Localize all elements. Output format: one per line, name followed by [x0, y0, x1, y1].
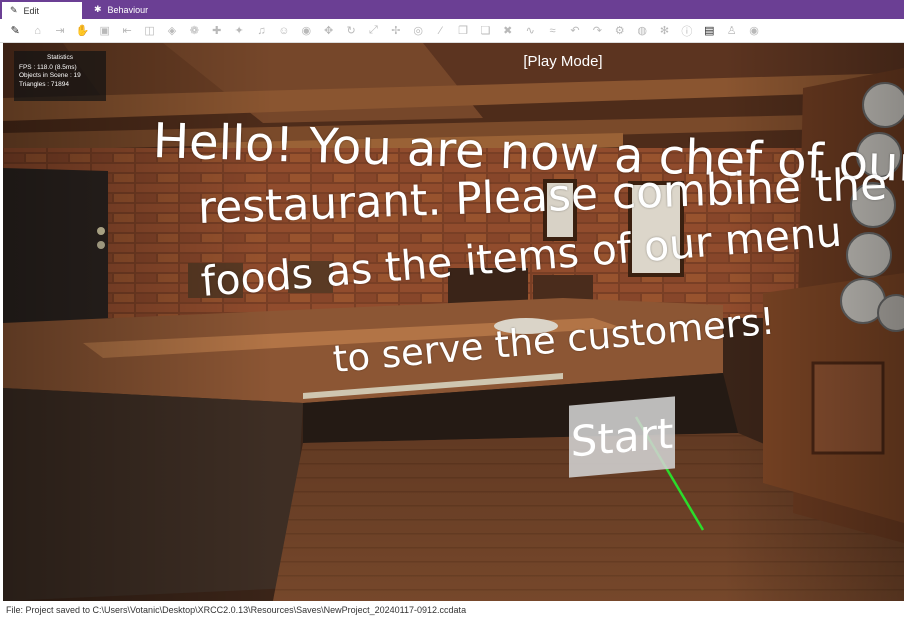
eye-icon[interactable]: ◉: [295, 20, 317, 42]
cube-import-icon[interactable]: ◫: [138, 20, 160, 42]
tab-behaviour-label: Behaviour: [107, 4, 149, 15]
toolbar: ✎ ⌂ ⇥ ✋ ▣ ⇤ ◫ ◈ ❁ ✚ ✦ ♫ ☺ ◉ ✥ ↻ ⤢ ✢ ◎ ⁄ …: [0, 19, 904, 43]
tab-bar: ✎ Edit ✱ Behaviour: [0, 0, 904, 19]
status-bar: File: Project saved to C:\Users\Votanic\…: [0, 601, 904, 618]
start-button[interactable]: Start: [569, 396, 675, 478]
tab-edit[interactable]: ✎ Edit: [2, 0, 82, 19]
prefab-icon[interactable]: ◍: [631, 20, 653, 42]
gear-icon[interactable]: ✻: [653, 20, 675, 42]
export-icon[interactable]: ⇥: [49, 20, 71, 42]
brain-icon[interactable]: ❁: [183, 20, 205, 42]
wave-icon[interactable]: ∿: [519, 20, 541, 42]
triangles-readout: Triangles : 71894: [19, 80, 69, 88]
fps-readout: FPS : 118.0 (8.5ms): [19, 63, 77, 71]
scale-icon[interactable]: ⤢: [362, 20, 384, 42]
settings-nodes-icon[interactable]: ⚙: [609, 20, 631, 42]
target-icon[interactable]: ◉: [743, 20, 765, 42]
status-text: File: Project saved to C:\Users\Votanic\…: [6, 604, 467, 615]
person-outline-icon[interactable]: ♙: [721, 20, 743, 42]
wave-alt-icon[interactable]: ≈: [541, 20, 563, 42]
save-icon[interactable]: ▣: [94, 20, 116, 42]
gear-icon: ✱: [94, 4, 102, 14]
link-icon[interactable]: ⁄: [429, 20, 451, 42]
sound-icon[interactable]: ♫: [250, 20, 272, 42]
rotate-icon[interactable]: ↻: [340, 20, 362, 42]
pivot-icon[interactable]: ✢: [385, 20, 407, 42]
info-icon[interactable]: ⓘ: [676, 20, 698, 42]
statistics-panel: Statistics FPS : 118.0 (8.5ms) Objects i…: [14, 51, 106, 101]
start-button-label: Start: [570, 408, 674, 466]
home-icon[interactable]: ⌂: [26, 20, 48, 42]
edit-icon[interactable]: ✎: [4, 20, 26, 42]
hand-link-icon[interactable]: ✦: [228, 20, 250, 42]
import-icon[interactable]: ⇤: [116, 20, 138, 42]
camera-icon[interactable]: ◎: [407, 20, 429, 42]
paste-icon[interactable]: ❏: [474, 20, 496, 42]
undo-icon[interactable]: ↶: [564, 20, 586, 42]
play-mode-label: [Play Mode]: [523, 53, 603, 70]
cube-icon[interactable]: ◈: [161, 20, 183, 42]
hand-add-icon[interactable]: ✚: [206, 20, 228, 42]
preview-icon[interactable]: ▤: [698, 20, 720, 42]
person-icon[interactable]: ☺: [273, 20, 295, 42]
delete-icon[interactable]: ✖: [497, 20, 519, 42]
statistics-title: Statistics: [46, 54, 73, 61]
move-icon[interactable]: ✥: [317, 20, 339, 42]
objects-readout: Objects in Scene : 19: [19, 72, 81, 79]
tab-edit-label: Edit: [23, 5, 40, 16]
redo-icon[interactable]: ↷: [586, 20, 608, 42]
hand-icon[interactable]: ✋: [71, 20, 93, 42]
edit-icon: ✎: [10, 5, 18, 15]
scene-viewport[interactable]: Statistics FPS : 118.0 (8.5ms) Objects i…: [3, 43, 904, 601]
copy-icon[interactable]: ❐: [452, 20, 474, 42]
tab-behaviour[interactable]: ✱ Behaviour: [88, 0, 184, 19]
